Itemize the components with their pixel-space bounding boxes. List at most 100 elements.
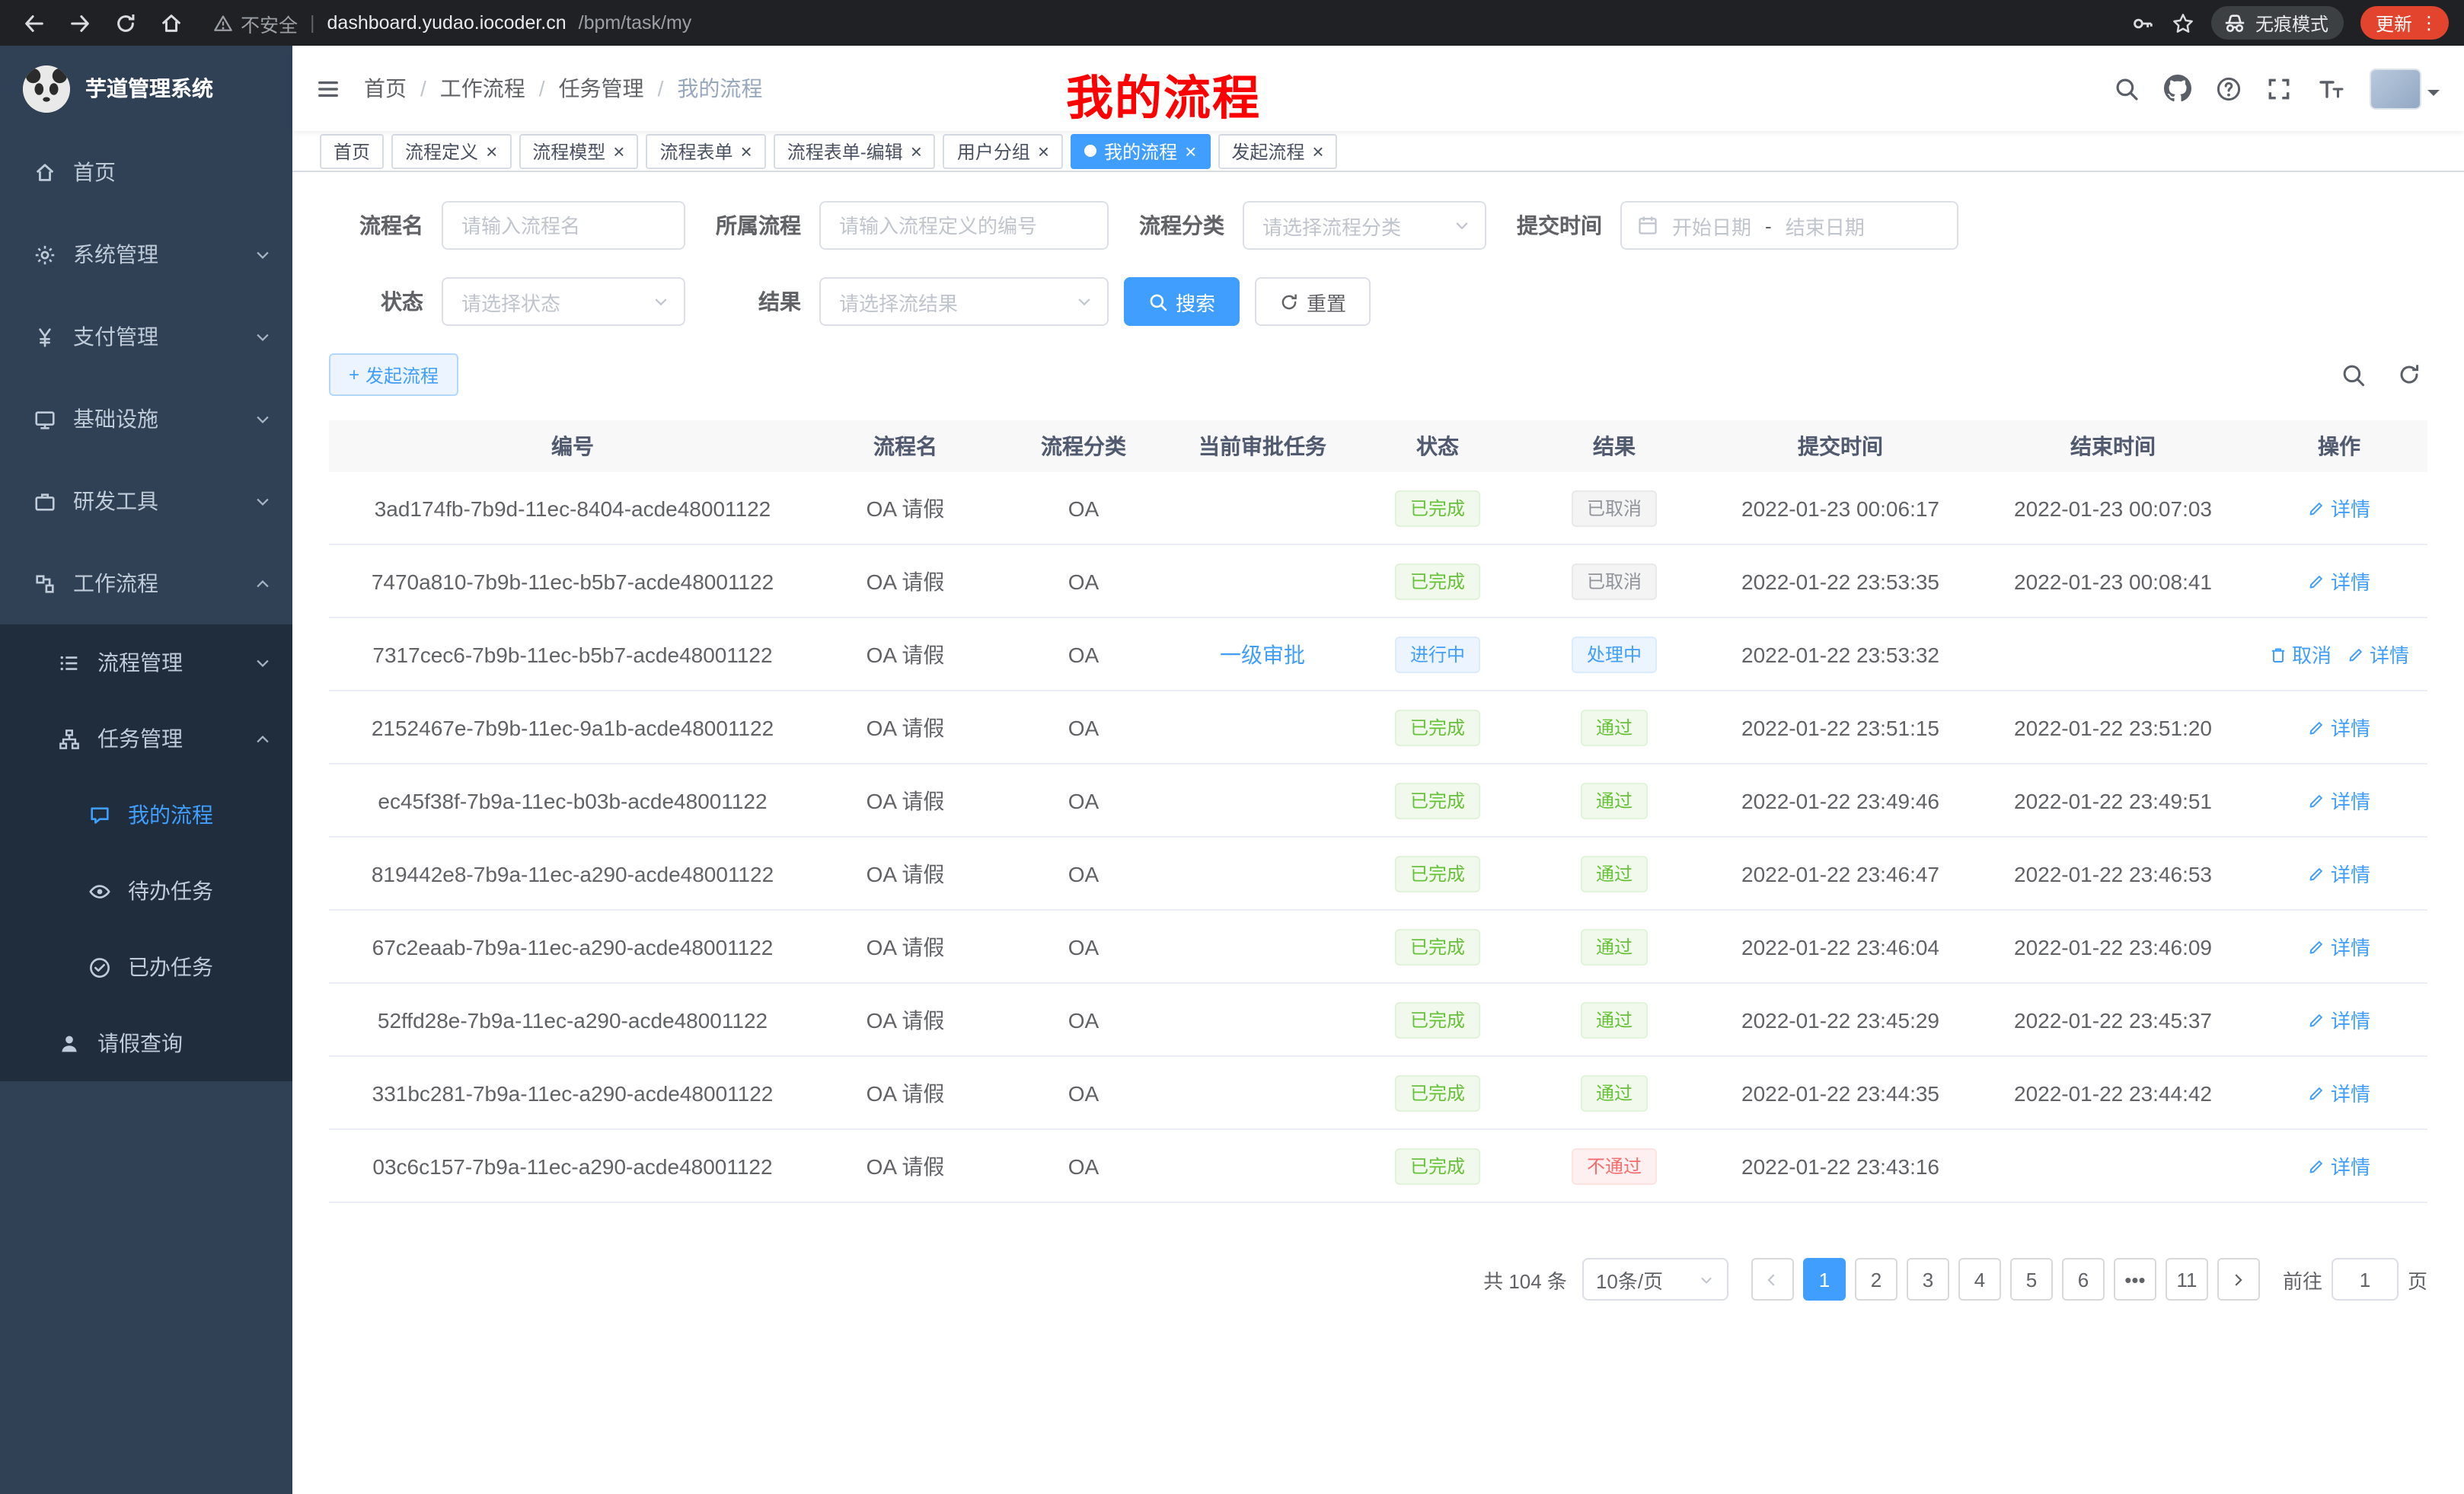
sidebar-item-my-processes[interactable]: 我的流程 [0, 777, 292, 853]
browser-update-button[interactable]: 更新 ⋮ [2360, 6, 2449, 40]
detail-link[interactable]: 详情 [2308, 567, 2370, 595]
browser-home-button[interactable] [152, 5, 189, 41]
tab-close-icon[interactable]: × [741, 141, 752, 161]
table-search-toggle-button[interactable] [2341, 362, 2367, 388]
tab[interactable]: 我的流程 × [1071, 133, 1210, 168]
submit-time-range-picker[interactable]: 开始日期 - 结束日期 [1620, 201, 1958, 250]
reset-button[interactable]: 重置 [1255, 277, 1371, 326]
detail-link[interactable]: 详情 [2308, 713, 2370, 742]
process-def-input[interactable] [819, 201, 1109, 250]
detail-link[interactable]: 详情 [2308, 859, 2370, 888]
detail-link[interactable]: 详情 [2308, 932, 2370, 961]
font-size-button[interactable] [2316, 76, 2345, 101]
process-name-input[interactable] [442, 201, 685, 250]
tab-close-icon[interactable]: × [1312, 141, 1323, 161]
cell-id: 3ad174fb-7b9d-11ec-8404-acde48001122 [329, 472, 816, 544]
detail-link[interactable]: 详情 [2308, 1005, 2370, 1034]
cell-submit-time: 2022-01-22 23:49:46 [1706, 765, 1975, 836]
password-key-icon[interactable] [2132, 11, 2155, 34]
cell-result: 通过 [1523, 838, 1706, 909]
cancel-link[interactable]: 取消 [2269, 640, 2332, 669]
sidebar-item-process-management[interactable]: 流程管理 [0, 624, 292, 701]
pagination-next-button[interactable] [2217, 1258, 2260, 1301]
tab[interactable]: 流程表单-编辑 × [774, 133, 936, 168]
github-link[interactable] [2164, 75, 2191, 102]
page-button[interactable]: 1 [1803, 1258, 1846, 1301]
cell-current-task: 一级审批 [1173, 618, 1352, 690]
address-bar[interactable]: 不安全 | dashboard.yudao.iocoder.cn/bpm/tas… [213, 8, 2132, 37]
cell-end-time: 2022-01-23 00:08:41 [1975, 545, 2251, 617]
sidebar-item-home[interactable]: 首页 [0, 131, 292, 213]
create-process-button[interactable]: + 发起流程 [329, 353, 458, 396]
sidebar-item-todo-tasks[interactable]: 待办任务 [0, 853, 292, 929]
tab-close-icon[interactable]: × [613, 141, 624, 161]
fullscreen-button[interactable] [2266, 75, 2292, 101]
sidebar-item-system[interactable]: 系统管理 [0, 213, 292, 295]
browser-forward-button[interactable] [61, 5, 97, 41]
user-menu[interactable] [2370, 68, 2440, 109]
security-indicator[interactable]: 不安全 [213, 8, 298, 37]
current-task-link[interactable]: 一级审批 [1220, 639, 1305, 669]
cell-process-name: OA 请假 [816, 765, 994, 836]
detail-link[interactable]: 详情 [2308, 786, 2370, 815]
sidebar-item-done-tasks[interactable]: 已办任务 [0, 929, 292, 1005]
status-tag: 已完成 [1395, 782, 1480, 819]
page-button[interactable]: 6 [2062, 1258, 2105, 1301]
detail-link[interactable]: 详情 [2308, 493, 2370, 522]
page-button[interactable]: ••• [2114, 1258, 2156, 1301]
result-select[interactable]: 请选择流结果 [819, 277, 1109, 326]
app-logo[interactable]: 芋道管理系统 [0, 46, 292, 131]
org-icon [58, 727, 81, 750]
tab-label: 流程表单 [659, 138, 732, 164]
sidebar-collapse-button[interactable] [292, 77, 364, 100]
tab[interactable]: 流程模型 × [519, 133, 638, 168]
breadcrumb-home[interactable]: 首页 [364, 73, 407, 104]
address-divider: | [310, 12, 315, 34]
page-button[interactable]: 5 [2010, 1258, 2053, 1301]
detail-link[interactable]: 详情 [2308, 1151, 2370, 1180]
page-button[interactable]: 2 [1855, 1258, 1897, 1301]
help-button[interactable] [2216, 75, 2242, 101]
browser-reload-button[interactable] [107, 5, 143, 41]
tab[interactable]: 首页 × [320, 133, 384, 168]
column-header-actions: 操作 [2251, 420, 2427, 472]
cell-id: 67c2eaab-7b9a-11ec-a290-acde48001122 [329, 911, 816, 982]
status-select[interactable]: 请选择状态 [442, 277, 685, 326]
page-button[interactable]: 3 [1907, 1258, 1949, 1301]
pagination-prev-button[interactable] [1751, 1258, 1794, 1301]
sidebar-item-workflow[interactable]: 工作流程 [0, 542, 292, 624]
page-size-select[interactable]: 10条/页 [1582, 1258, 1728, 1301]
tab-close-icon[interactable]: × [486, 141, 497, 161]
sidebar-item-devtools[interactable]: 研发工具 [0, 460, 292, 542]
sidebar-item-infrastructure[interactable]: 基础设施 [0, 378, 292, 460]
detail-link[interactable]: 详情 [2347, 640, 2409, 669]
avatar[interactable] [2370, 68, 2421, 109]
breadcrumb-task-management[interactable]: 任务管理 [559, 73, 644, 104]
detail-link[interactable]: 详情 [2308, 1078, 2370, 1107]
goto-page-input[interactable] [2332, 1258, 2399, 1301]
tab[interactable]: 用户分组 × [943, 133, 1063, 168]
tab-close-icon[interactable]: × [1185, 141, 1196, 161]
search-button[interactable]: 搜索 [1124, 277, 1240, 326]
result-tag: 通过 [1581, 1074, 1648, 1111]
tab[interactable]: 流程定义 × [391, 133, 511, 168]
page-button[interactable]: 11 [2166, 1258, 2208, 1301]
browser-back-button[interactable] [15, 5, 52, 41]
tab[interactable]: 流程表单 × [646, 133, 765, 168]
bookmark-star-icon[interactable] [2172, 11, 2194, 34]
sidebar-item-leave-query[interactable]: 请假查询 [0, 1005, 292, 1081]
sidebar-item-payment[interactable]: 支付管理 [0, 295, 292, 378]
cell-end-time: 2022-01-22 23:45:37 [1975, 984, 2251, 1055]
sidebar-item-task-management[interactable]: 任务管理 [0, 701, 292, 777]
table-refresh-button[interactable] [2397, 362, 2421, 387]
category-select[interactable]: 请选择流程分类 [1243, 201, 1486, 250]
page-button[interactable]: 4 [1958, 1258, 2001, 1301]
cell-current-task [1173, 545, 1352, 617]
tab-close-icon[interactable]: × [911, 141, 922, 161]
column-header-category: 流程分类 [994, 420, 1173, 472]
tab-close-icon[interactable]: × [1038, 141, 1049, 161]
kebab-menu-icon[interactable]: ⋮ [2420, 12, 2438, 34]
breadcrumb-workflow[interactable]: 工作流程 [440, 73, 525, 104]
tab[interactable]: 发起流程 × [1218, 133, 1337, 168]
header-search-button[interactable] [2114, 75, 2140, 101]
